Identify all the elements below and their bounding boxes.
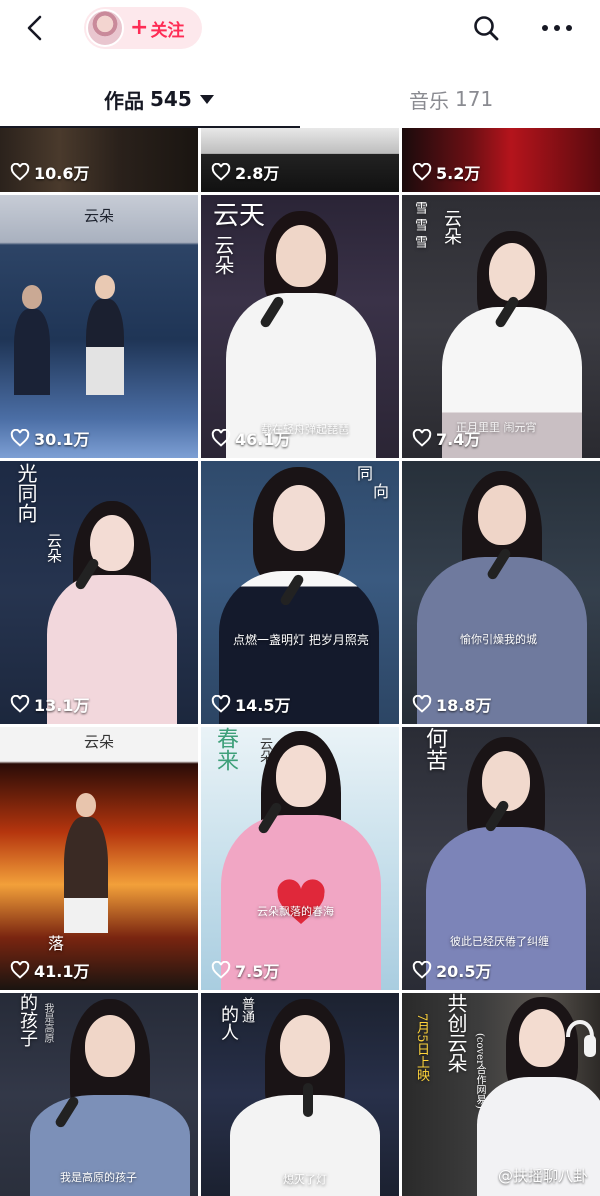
video-tile[interactable]: 春来 云朵 云朵飘落的春海 7.5万 <box>201 727 399 990</box>
follow-button-label[interactable]: 关注 <box>150 16 184 41</box>
overlay-caption: 云朵飘落的春海 <box>257 905 334 918</box>
heart-outline-icon <box>211 429 231 447</box>
overlay-title: 共创云朵 <box>444 993 468 1073</box>
heart-outline-icon <box>412 695 432 713</box>
video-tile[interactable]: 愉你引燥我的城 18.8万 <box>402 461 600 724</box>
search-button[interactable] <box>470 12 502 44</box>
overlay-subtitle: 落 <box>45 935 64 951</box>
heart-outline-icon <box>211 695 231 713</box>
like-count: 30.1万 <box>10 426 89 450</box>
like-count: 7.5万 <box>211 958 279 982</box>
singer-figure <box>219 467 379 724</box>
like-count: 10.6万 <box>10 160 89 184</box>
heart-outline-icon <box>412 163 432 181</box>
more-button[interactable] <box>537 12 577 44</box>
video-tile[interactable]: 云朵 30.1万 <box>0 195 198 458</box>
video-tile[interactable]: 同 向 点燃一盏明灯 把岁月照亮 14.5万 <box>201 461 399 724</box>
back-button[interactable] <box>20 12 52 44</box>
overlay-caption: 熄灭了灯 <box>283 1173 327 1186</box>
performer-figure <box>85 275 125 395</box>
like-count: 41.1万 <box>10 958 89 982</box>
more-dots-icon <box>542 25 572 31</box>
video-tile[interactable]: 云朵 落 41.1万 <box>0 727 198 990</box>
caret-down-icon[interactable] <box>199 94 214 104</box>
singer-figure <box>417 471 587 724</box>
guitarist-figure <box>12 285 52 395</box>
tab-music-label: 音乐 <box>409 88 449 113</box>
tab-works-label: 作品 <box>104 88 144 113</box>
tab-music-count: 171 <box>455 87 494 111</box>
video-tile[interactable]: 2.8万 <box>201 128 399 192</box>
search-icon <box>474 16 499 41</box>
follow-pill[interactable]: + 关注 <box>84 7 202 49</box>
like-count: 13.1万 <box>10 692 89 716</box>
like-count: 5.2万 <box>412 160 480 184</box>
like-count: 14.5万 <box>211 692 290 716</box>
heart-outline-icon <box>10 961 30 979</box>
top-nav-bar: + 关注 <box>0 0 600 60</box>
tab-works[interactable]: 作品 545 <box>104 84 214 114</box>
like-count: 46.1万 <box>211 426 290 450</box>
overlay-caption: 彼此已经厌倦了纠缠 <box>450 935 549 948</box>
overlay-title: 云朵 <box>84 207 115 225</box>
overlay-caption: 点燃一盏明灯 把岁月照亮 <box>233 633 369 647</box>
video-tile[interactable]: 光同向 云朵 13.1万 <box>0 461 198 724</box>
video-grid: 10.6万 2.8万 5.2万 云朵 30.1万 云天 云朵 载在轻舟弹起琵琶 … <box>0 128 600 1196</box>
avatar[interactable] <box>86 9 124 47</box>
singer-figure <box>30 999 190 1196</box>
video-tile[interactable]: 的孩子 我是高原 我是高原的孩子 <box>0 993 198 1196</box>
singer-figure <box>426 737 586 990</box>
overlay-caption: 愉你引燥我的城 <box>460 633 537 646</box>
overlay-subtitle: 雪 雪 雪 <box>412 201 427 249</box>
video-tile[interactable]: 10.6万 <box>0 128 198 192</box>
performer-figure <box>61 793 111 933</box>
headphones-icon <box>566 1020 596 1057</box>
heart-outline-icon <box>10 695 30 713</box>
tab-music[interactable]: 音乐 171 <box>409 84 493 114</box>
video-tile[interactable]: 普通 的人 熄灭了灯 <box>201 993 399 1196</box>
chevron-left-icon <box>27 15 42 41</box>
heart-outline-icon <box>10 163 30 181</box>
singer-figure <box>221 731 381 990</box>
profile-tabs: 作品 545 音乐 171 <box>0 70 600 128</box>
tab-works-count: 545 <box>150 87 192 111</box>
overlay-subtitle: 7月5日上映 <box>414 1013 429 1082</box>
like-count: 7.4万 <box>412 426 480 450</box>
microphone-icon <box>303 1083 313 1117</box>
watermark-text: @扶摇聊八卦 <box>497 1167 588 1185</box>
heart-outline-icon <box>211 961 231 979</box>
video-tile[interactable]: 5.2万 <box>402 128 600 192</box>
singer-figure <box>47 501 177 724</box>
plus-icon: + <box>130 15 149 40</box>
overlay-caption: 我是高原的孩子 <box>60 1171 137 1184</box>
heart-outline-icon <box>211 163 231 181</box>
video-tile[interactable]: 云天 云朵 载在轻舟弹起琵琶 46.1万 <box>201 195 399 458</box>
heart-outline-icon <box>412 429 432 447</box>
video-tile[interactable]: 何苦 彼此已经厌倦了纠缠 20.5万 <box>402 727 600 990</box>
heart-outline-icon <box>10 429 30 447</box>
overlay-title: 光同向 <box>14 463 38 523</box>
like-count: 20.5万 <box>412 958 491 982</box>
heart-outline-icon <box>412 961 432 979</box>
like-count: 18.8万 <box>412 692 491 716</box>
video-tile[interactable]: 雪 雪 雪 云朵 正月里里 闹元宵 7.4万 <box>402 195 600 458</box>
overlay-title: 云朵 <box>84 733 115 751</box>
like-count: 2.8万 <box>211 160 279 184</box>
